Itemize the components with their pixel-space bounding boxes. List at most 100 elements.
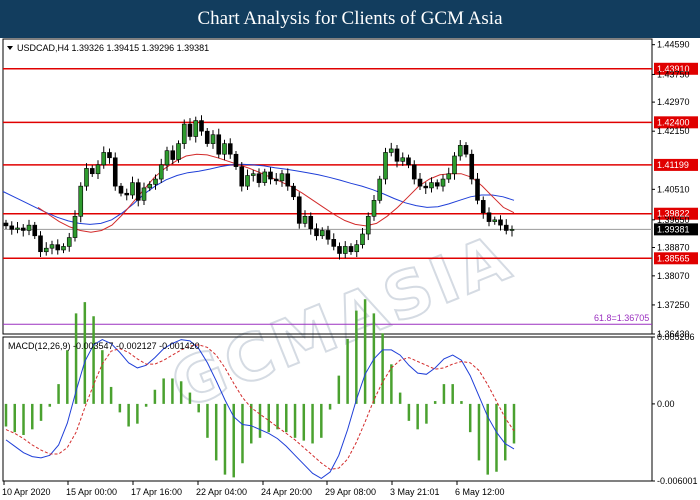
candle-body bbox=[429, 182, 434, 189]
candle-body bbox=[457, 145, 463, 157]
candle-body bbox=[32, 224, 38, 237]
macd-tick-label: 0.00 bbox=[657, 399, 675, 409]
time-tick-label: 10 Apr 2020 bbox=[2, 487, 51, 497]
candle-body bbox=[3, 222, 9, 227]
candle-body bbox=[291, 185, 296, 198]
candle-body bbox=[112, 157, 118, 187]
candle-body bbox=[319, 230, 325, 237]
price-tick-label: 1.37250 bbox=[657, 300, 690, 310]
candle-body bbox=[486, 212, 492, 222]
candle-body bbox=[222, 143, 227, 155]
candle-body bbox=[446, 173, 452, 180]
candle-body bbox=[250, 173, 256, 176]
macd-tick-label: 0.005206 bbox=[657, 332, 695, 342]
candle-body bbox=[187, 123, 193, 137]
candle-body bbox=[406, 157, 411, 166]
candle-body bbox=[204, 130, 210, 144]
candle-body bbox=[176, 143, 181, 160]
chart-area: GCMASIA 1.439101.424001.411991.398221.38… bbox=[0, 38, 700, 500]
candle-body bbox=[463, 145, 469, 155]
price-tick-label: 1.39650 bbox=[657, 215, 690, 225]
candle-body bbox=[434, 182, 440, 187]
candle-body bbox=[118, 185, 124, 194]
level-label: 1.38565 bbox=[657, 253, 690, 263]
candle-body bbox=[492, 219, 498, 222]
candle-body bbox=[193, 120, 199, 137]
macd-tick-label: -0.006001 bbox=[657, 476, 698, 486]
candle-body bbox=[239, 166, 245, 187]
candle-body bbox=[285, 173, 291, 187]
candle-body bbox=[302, 215, 308, 224]
candle-body bbox=[89, 168, 95, 175]
candle-body bbox=[314, 228, 319, 237]
candle-body bbox=[61, 246, 66, 251]
candle-body bbox=[475, 178, 480, 201]
candle-body bbox=[147, 184, 153, 189]
candle-body bbox=[296, 196, 302, 224]
level-label: 1.41199 bbox=[657, 160, 689, 170]
candle-body bbox=[9, 225, 15, 230]
candle-body bbox=[26, 224, 32, 231]
macd-info: MACD(12,26,9) -0.003547 -0.002127 -0.001… bbox=[8, 341, 200, 351]
fibonacci-label: 61.8=1.36705 bbox=[594, 313, 649, 323]
candle-body bbox=[130, 182, 135, 196]
candle-body bbox=[20, 227, 26, 231]
time-tick-label: 22 Apr 04:00 bbox=[196, 487, 247, 497]
candle-body bbox=[78, 185, 84, 217]
candle-body bbox=[95, 164, 101, 175]
price-tick-label: 1.42970 bbox=[657, 97, 690, 107]
candle-body bbox=[503, 224, 509, 231]
candle-body bbox=[377, 178, 383, 201]
candle-body bbox=[227, 143, 233, 155]
price-tick-label: 1.40510 bbox=[657, 184, 690, 194]
candle-body bbox=[371, 200, 377, 217]
candle-body bbox=[181, 123, 187, 144]
price-tick-label: 1.43750 bbox=[657, 69, 690, 79]
time-tick-label: 3 May 21:01 bbox=[390, 487, 440, 497]
price-tick-label: 1.42150 bbox=[657, 126, 690, 136]
candle-body bbox=[256, 173, 262, 183]
candle-body bbox=[245, 175, 250, 187]
candle-body bbox=[279, 173, 285, 182]
price-tick-label: 1.38870 bbox=[657, 242, 690, 252]
candle-body bbox=[325, 230, 331, 240]
candle-body bbox=[383, 152, 388, 180]
candle-body bbox=[365, 215, 371, 235]
candle-body bbox=[164, 150, 170, 166]
candle-body bbox=[388, 148, 394, 153]
candle-body bbox=[210, 134, 216, 144]
candle-body bbox=[360, 233, 365, 245]
page-title: Chart Analysis for Clients of GCM Asia bbox=[0, 0, 700, 38]
time-tick-label: 29 Apr 08:00 bbox=[325, 487, 376, 497]
candle-body bbox=[124, 192, 130, 196]
candle-body bbox=[417, 178, 423, 187]
candle-body bbox=[170, 150, 176, 160]
candle-body bbox=[158, 164, 164, 180]
candle-body bbox=[84, 168, 89, 187]
candle-body bbox=[233, 153, 239, 167]
candle-body bbox=[400, 157, 406, 162]
candle-body bbox=[308, 215, 314, 229]
candle-body bbox=[107, 152, 112, 159]
candle-body bbox=[153, 178, 158, 185]
candle-body bbox=[440, 178, 446, 187]
price-tick-label: 1.38070 bbox=[657, 271, 690, 281]
candle-body bbox=[55, 244, 61, 251]
symbol-info: USDCAD,H4 1.39326 1.39415 1.39296 1.3938… bbox=[17, 43, 209, 53]
current-price-label: 1.39381 bbox=[657, 224, 690, 234]
candle-body bbox=[354, 244, 360, 253]
candle-body bbox=[411, 164, 417, 180]
candle-body bbox=[72, 215, 78, 238]
candle-body bbox=[498, 219, 503, 226]
candle-body bbox=[423, 185, 429, 189]
candle-body bbox=[452, 155, 457, 175]
candle-body bbox=[480, 200, 486, 214]
candle-body bbox=[135, 182, 141, 201]
candle-body bbox=[66, 237, 72, 247]
candle-body bbox=[49, 244, 55, 249]
candle-body bbox=[216, 134, 222, 155]
candle-body bbox=[273, 178, 279, 182]
price-tick-label: 1.44590 bbox=[657, 40, 690, 50]
candle-body bbox=[262, 171, 268, 183]
candle-body bbox=[342, 246, 348, 254]
